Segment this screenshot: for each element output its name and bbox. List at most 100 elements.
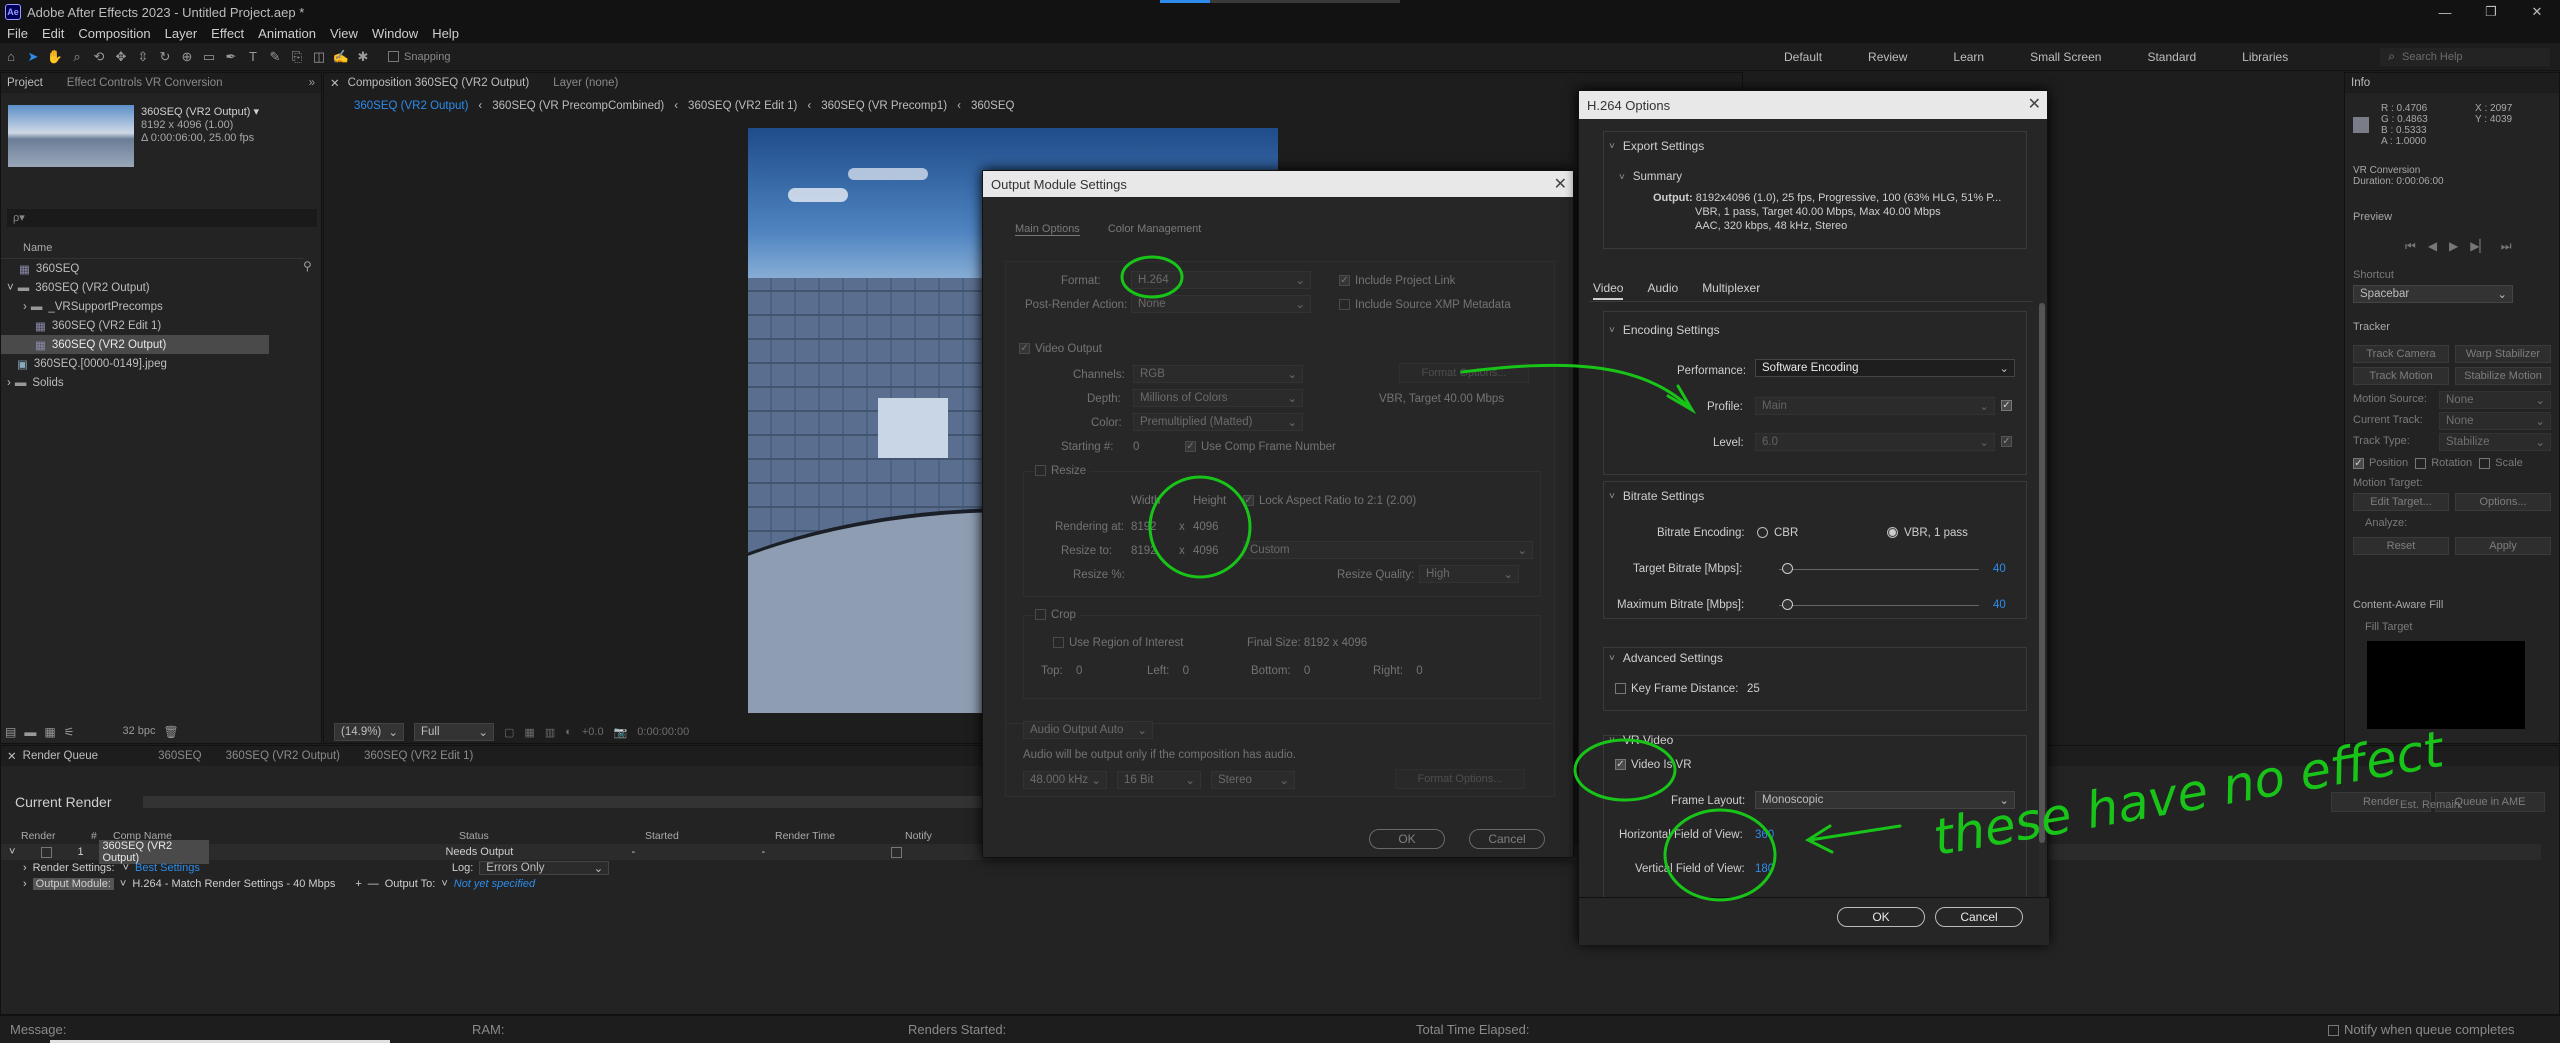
chevron-right-icon[interactable]: › (23, 301, 27, 313)
log-select[interactable]: Errors Only (479, 861, 610, 875)
home-icon[interactable]: ⌂ (2, 48, 20, 66)
position-checkbox[interactable] (2353, 457, 2364, 469)
level-select[interactable]: 6.0 (1755, 433, 1995, 451)
list-item[interactable]: › ▬ Solids (1, 373, 303, 392)
tab-composition[interactable]: Composition 360SEQ (VR2 Output) (348, 77, 530, 89)
video-output-checkbox[interactable] (1019, 343, 1030, 355)
motion-source-select[interactable]: None (2439, 391, 2551, 409)
close-tab-icon[interactable]: ✕ (7, 749, 17, 763)
interpret-footage-icon[interactable]: ▤ (5, 725, 16, 739)
track-type-select[interactable]: Stabilize (2439, 433, 2551, 451)
brush-tool-icon[interactable]: ✎ (266, 48, 284, 66)
performance-select[interactable]: Software Encoding (1755, 359, 2015, 377)
render-settings-link[interactable]: Best Settings (135, 862, 200, 874)
thumb-name[interactable]: 360SEQ (VR2 Output) ▾ (141, 105, 259, 118)
region-icon[interactable]: ▢ (504, 726, 514, 739)
tab-video[interactable]: Video (1593, 281, 1624, 300)
audio-format-options-button[interactable]: Format Options... (1395, 769, 1525, 789)
hand-tool-icon[interactable]: ✋ (46, 48, 64, 66)
workspace-libraries[interactable]: Libraries (2242, 50, 2288, 64)
breadcrumb-item[interactable]: 360SEQ (971, 100, 1014, 112)
warp-stabilizer-button[interactable]: Warp Stabilizer (2455, 345, 2551, 363)
format-options-button[interactable]: Format Options... (1399, 363, 1529, 383)
new-comp-icon[interactable]: ▦ (44, 725, 55, 739)
search-help-input[interactable]: Search Help (2380, 48, 2550, 66)
channels-audio-select[interactable]: Stereo (1211, 771, 1295, 789)
clone-stamp-tool-icon[interactable]: ⎘ (288, 48, 306, 66)
menu-edit[interactable]: Edit (35, 26, 71, 41)
tab-multiplexer[interactable]: Multiplexer (1702, 281, 1760, 300)
breadcrumb-item[interactable]: 360SEQ (VR Precomp1) (821, 100, 947, 112)
crop-checkbox[interactable] (1035, 609, 1046, 621)
cbr-radio[interactable] (1757, 527, 1768, 539)
max-bitrate-value[interactable]: 40 (1993, 599, 2006, 611)
use-comp-frame-checkbox[interactable] (1185, 441, 1196, 453)
breadcrumb-item[interactable]: 360SEQ (VR PrecompCombined) (492, 100, 664, 112)
tab-timeline[interactable]: 360SEQ (VR2 Output) (226, 750, 340, 762)
target-bitrate-knob[interactable] (1782, 563, 1793, 574)
preview-header[interactable]: Preview (2353, 211, 2392, 223)
pan-tool-icon[interactable]: ✥ (112, 48, 130, 66)
notify-checkbox[interactable] (891, 846, 903, 858)
list-item[interactable]: ˅ ▬ 360SEQ (VR2 Output) (1, 278, 303, 297)
scrollbar[interactable] (2039, 303, 2045, 903)
menu-composition[interactable]: Composition (71, 26, 157, 41)
edit-target-button[interactable]: Edit Target... (2353, 493, 2449, 511)
cafill-header[interactable]: Content-Aware Fill (2353, 599, 2443, 611)
roto-brush-tool-icon[interactable]: ✍ (332, 48, 350, 66)
type-tool-icon[interactable]: T (244, 48, 262, 66)
menu-layer[interactable]: Layer (158, 26, 205, 41)
vbr-radio[interactable] (1887, 527, 1898, 539)
timecode[interactable]: 0:00:00:00 (637, 726, 689, 738)
menu-file[interactable]: File (0, 26, 35, 41)
workspace-default[interactable]: Default (1784, 50, 1822, 64)
track-camera-button[interactable]: Track Camera (2353, 345, 2449, 363)
panel-menu-icon[interactable]: » (309, 77, 315, 89)
orbit-tool-icon[interactable]: ⟲ (90, 48, 108, 66)
cancel-button[interactable]: Cancel (1469, 829, 1545, 849)
breadcrumb-item[interactable]: 360SEQ (VR2 Edit 1) (688, 100, 797, 112)
dolly-tool-icon[interactable]: ⇳ (134, 48, 152, 66)
render-icon[interactable]: ⚟ (64, 725, 75, 739)
puppet-tool-icon[interactable]: ✱ (354, 48, 372, 66)
view-icon[interactable]: ▥ (545, 726, 555, 739)
bit-depth-select[interactable]: 16 Bit (1117, 771, 1201, 789)
restore-icon[interactable]: ❐ (2468, 0, 2514, 24)
tab-main-options[interactable]: Main Options (1015, 223, 1080, 236)
pan-behind-tool-icon[interactable]: ⊕ (178, 48, 196, 66)
tab-audio[interactable]: Audio (1647, 281, 1678, 300)
format-select[interactable]: H.264 (1131, 271, 1311, 289)
profile-select[interactable]: Main (1755, 397, 1995, 415)
render-checkbox[interactable] (41, 846, 53, 858)
col-name-header[interactable]: Name (23, 242, 52, 254)
camera-icon[interactable]: 📷 (614, 726, 628, 739)
bpc-label[interactable]: 32 bpc (122, 725, 155, 739)
shortcut-select[interactable]: Spacebar (2353, 285, 2513, 303)
resize-quality-select[interactable]: High (1419, 565, 1519, 583)
lock-aspect-checkbox[interactable] (1243, 495, 1254, 507)
new-folder-icon[interactable]: ▬ (24, 725, 36, 739)
encoding-settings-header[interactable]: Encoding Settings (1609, 323, 1720, 337)
list-item[interactable]: › ▬ _VRSupportPrecomps (1, 297, 303, 316)
chevron-down-icon[interactable]: ˅ (9, 846, 15, 858)
rectangle-tool-icon[interactable]: ▭ (200, 48, 218, 66)
tab-color-management[interactable]: Color Management (1108, 223, 1202, 236)
chevron-down-icon[interactable]: ˅ (7, 282, 14, 294)
vfov-value[interactable]: 180 (1755, 863, 1774, 875)
use-roi-checkbox[interactable] (1053, 637, 1064, 649)
resize-checkbox[interactable] (1035, 465, 1046, 477)
sample-rate-select[interactable]: 48.000 kHz (1023, 771, 1107, 789)
prev-frame-icon[interactable]: ◀ (2428, 239, 2437, 254)
post-render-select[interactable]: None (1131, 295, 1311, 313)
minimize-icon[interactable]: — (2422, 0, 2468, 24)
list-item-selected[interactable]: ▦ 360SEQ (VR2 Output) (1, 335, 269, 354)
list-item[interactable]: ▣ 360SEQ.[0000-0149].jpeg (1, 354, 303, 373)
zoom-select[interactable]: (14.9%) (334, 723, 404, 741)
key-frame-checkbox[interactable] (1615, 683, 1626, 695)
current-track-select[interactable]: None (2439, 412, 2551, 430)
exposure-icon[interactable]: ◐ (565, 726, 572, 738)
workspace-small-screen[interactable]: Small Screen (2030, 50, 2101, 64)
close-icon[interactable]: ✕ (2514, 0, 2560, 24)
last-frame-icon[interactable]: ⏭ (2501, 239, 2512, 254)
target-bitrate-value[interactable]: 40 (1993, 563, 2006, 575)
